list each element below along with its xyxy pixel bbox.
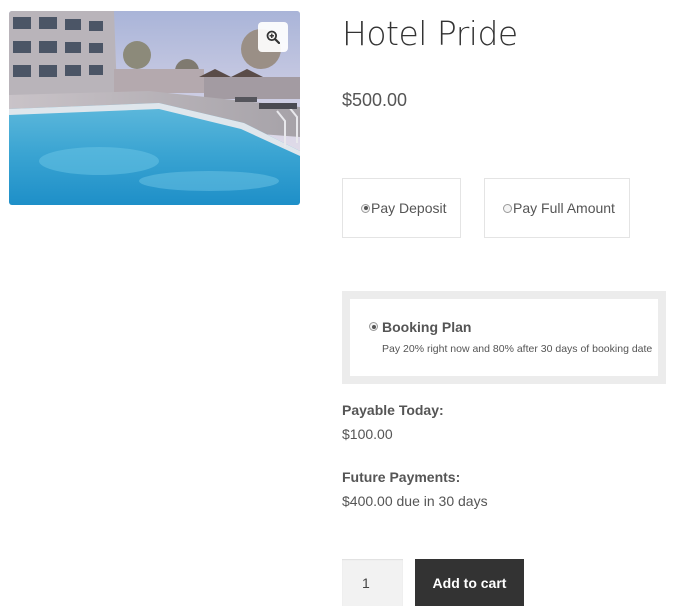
- product-title: Hotel Pride: [342, 14, 518, 53]
- radio-checked-icon[interactable]: [361, 203, 370, 213]
- zoom-button[interactable]: [258, 22, 288, 52]
- pay-deposit-label: Pay Deposit: [371, 200, 447, 216]
- payable-today-value: $100.00: [342, 426, 393, 442]
- booking-plan-description: Pay 20% right now and 80% after 30 days …: [382, 343, 653, 355]
- radio-unchecked-icon[interactable]: [503, 203, 512, 213]
- booking-plan-title: Booking Plan: [382, 319, 472, 335]
- radio-checked-icon[interactable]: [369, 322, 378, 331]
- pay-deposit-option[interactable]: Pay Deposit: [342, 178, 461, 238]
- pay-full-amount-option[interactable]: Pay Full Amount: [484, 178, 630, 238]
- booking-plan-option[interactable]: Booking Plan Pay 20% right now and 80% a…: [350, 299, 658, 376]
- add-to-cart-button[interactable]: Add to cart: [415, 559, 524, 606]
- booking-plan-box: Booking Plan Pay 20% right now and 80% a…: [342, 291, 666, 384]
- hotel-pool-photo: [9, 11, 300, 205]
- product-image[interactable]: [9, 11, 300, 205]
- payable-today-label: Payable Today:: [342, 402, 444, 418]
- future-payments-label: Future Payments:: [342, 469, 461, 485]
- quantity-input[interactable]: [342, 559, 403, 606]
- future-payments-value: $400.00 due in 30 days: [342, 493, 488, 509]
- product-page: Hotel Pride $500.00 Pay Deposit Pay Full…: [0, 0, 682, 606]
- pay-full-amount-label: Pay Full Amount: [513, 200, 615, 216]
- zoom-in-icon: [266, 30, 280, 44]
- product-price: $500.00: [342, 90, 408, 110]
